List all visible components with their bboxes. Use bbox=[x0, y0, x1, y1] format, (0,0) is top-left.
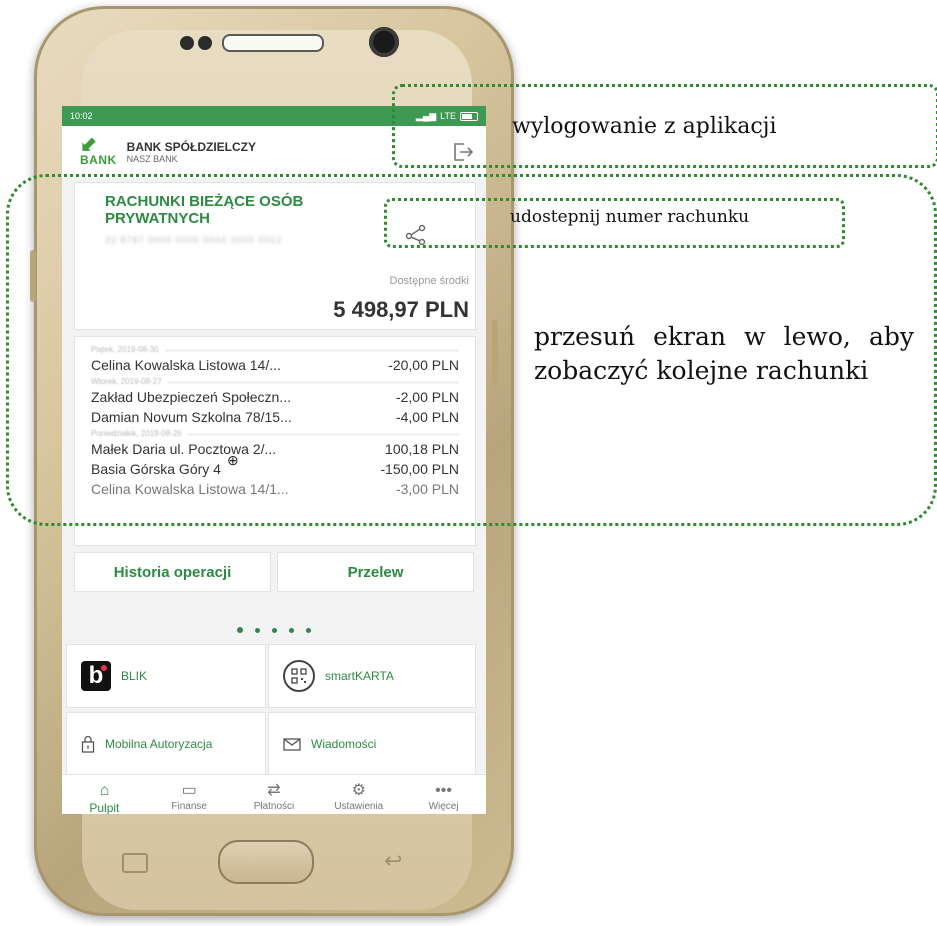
nav-pulpit[interactable]: ⌂ Pulpit bbox=[62, 775, 147, 814]
nav-label: Ustawienia bbox=[334, 801, 384, 812]
history-button[interactable]: Historia operacji bbox=[74, 552, 271, 592]
swipe-callout-text: przesuń ekran w lewo, aby zobaczyć kolej… bbox=[534, 322, 914, 385]
gear-icon: ⚙ bbox=[351, 782, 366, 799]
nav-label: Finanse bbox=[171, 801, 207, 812]
speaker-grille bbox=[222, 34, 324, 52]
nav-ustawienia[interactable]: ⚙ Ustawienia bbox=[316, 775, 401, 814]
bank-name: BANK SPÓŁDZIELCZY bbox=[126, 140, 257, 154]
lock-icon bbox=[81, 735, 95, 753]
mobile-auth-label: Mobilna Autoryzacja bbox=[105, 737, 213, 751]
carousel-dot[interactable] bbox=[306, 627, 311, 633]
bank-subtitle: NASZ BANK bbox=[126, 154, 178, 164]
recent-apps-button[interactable] bbox=[122, 853, 148, 873]
front-camera-icon bbox=[369, 27, 399, 57]
blik-label: BLIK bbox=[121, 669, 148, 683]
nav-label: Pulpit bbox=[89, 801, 120, 814]
bottom-nav: ⌂ Pulpit ▭ Finanse ⇄ Płatności ⚙ Ustawie… bbox=[62, 774, 486, 814]
carousel-dot[interactable] bbox=[272, 627, 277, 633]
account-actions: Historia operacji Przelew bbox=[74, 552, 474, 592]
smartkarta-tile[interactable]: smartKARTA bbox=[268, 644, 476, 708]
sensor-icon bbox=[198, 36, 212, 50]
more-icon: ••• bbox=[435, 782, 452, 799]
carousel-dot[interactable] bbox=[255, 627, 260, 633]
nav-platnosci[interactable]: ⇄ Płatności bbox=[232, 775, 317, 814]
home-button[interactable] bbox=[218, 840, 314, 884]
carousel-dot[interactable] bbox=[289, 627, 294, 633]
wallet-icon: ▭ bbox=[181, 782, 197, 799]
back-button-icon[interactable]: ↩ bbox=[384, 848, 402, 874]
carousel-dots bbox=[62, 622, 486, 638]
messages-tile[interactable]: Wiadomości bbox=[268, 712, 476, 776]
nav-wiecej[interactable]: ••• Więcej bbox=[401, 775, 486, 814]
bank-title: BANK SPÓŁDZIELCZY NASZ BANK bbox=[127, 140, 256, 164]
mobile-auth-tile[interactable]: Mobilna Autoryzacja bbox=[66, 712, 266, 776]
status-time: 10:02 bbox=[70, 111, 93, 121]
bank-logo: ⬋ BANK bbox=[80, 134, 117, 167]
transfer-icon: ⇄ bbox=[267, 782, 281, 799]
nav-label: Płatności bbox=[253, 801, 295, 812]
nav-finanse[interactable]: ▭ Finanse bbox=[147, 775, 232, 814]
sensor-icon bbox=[180, 36, 194, 50]
nav-label: Więcej bbox=[428, 801, 459, 812]
home-icon: ⌂ bbox=[99, 782, 110, 799]
blik-icon: b bbox=[81, 661, 111, 691]
logout-callout-text: wylogowanie z aplikacji bbox=[512, 114, 777, 139]
logo-word: BANK bbox=[80, 153, 117, 167]
blik-tile[interactable]: b BLIK bbox=[66, 644, 266, 708]
qr-code-icon bbox=[283, 660, 315, 692]
carousel-dot[interactable] bbox=[237, 627, 243, 633]
messages-label: Wiadomości bbox=[311, 737, 377, 751]
envelope-icon bbox=[283, 737, 301, 751]
smartkarta-label: smartKARTA bbox=[325, 669, 394, 683]
transfer-button[interactable]: Przelew bbox=[277, 552, 474, 592]
logo-arrow-icon: ⬋ bbox=[80, 134, 97, 156]
